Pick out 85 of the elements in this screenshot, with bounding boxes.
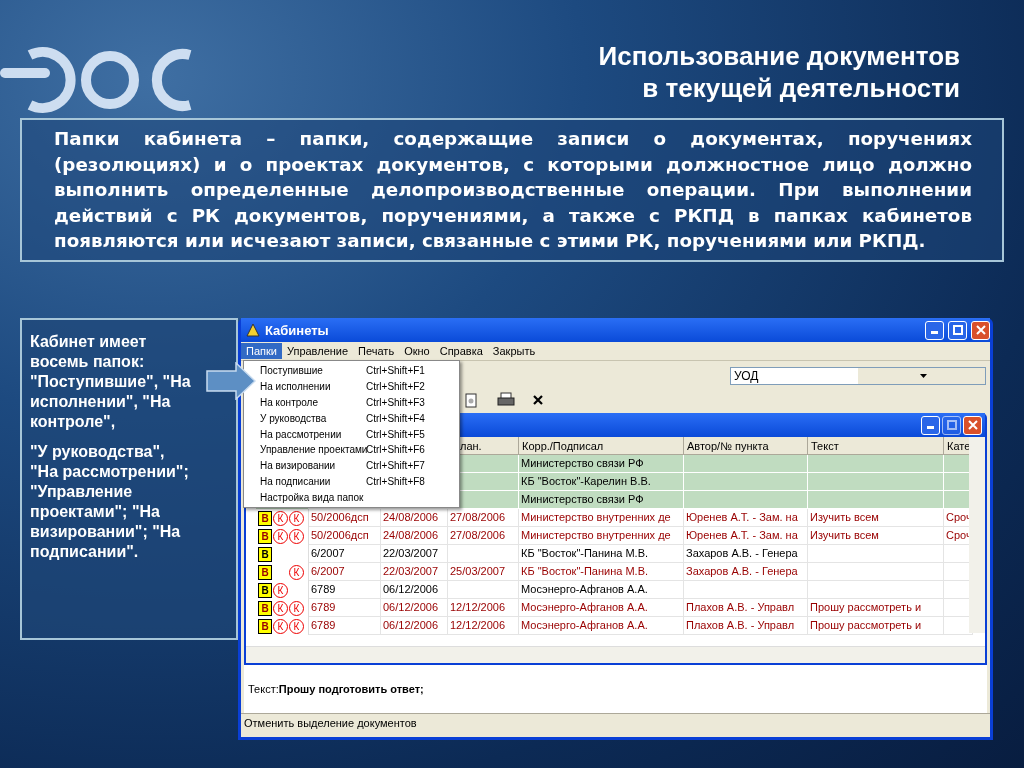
table-cell <box>448 581 519 599</box>
table-cell: Прошу рассмотреть и <box>808 617 944 635</box>
table-cell: Плахов А.В. - Управл <box>684 599 808 617</box>
table-cell: 06/12/2006 <box>381 599 448 617</box>
close-icon <box>967 420 978 430</box>
menu-item[interactable]: Управление <box>281 343 354 359</box>
table-cell: 24/08/2006 <box>381 509 448 527</box>
document-mark-icon: В <box>258 618 272 634</box>
dropdown-item[interactable]: На контроле Ctrl+Shift+F3 <box>260 394 459 411</box>
table-cell <box>448 545 519 563</box>
table-cell: 22/03/2007 <box>381 563 448 581</box>
table-cell: КБ "Восток"-Панина М.В. <box>519 545 684 563</box>
table-cell: Захаров А.В. - Генера <box>684 545 808 563</box>
dropdown-item[interactable]: У руководства Ctrl+Shift+F4 <box>260 410 459 427</box>
table-cell: 50/2006дсп <box>309 509 381 527</box>
status-text: Отменить выделение документов <box>244 717 417 729</box>
close-button[interactable] <box>971 320 990 340</box>
document-mark-icon: В <box>258 564 272 580</box>
table-cell: Мосэнерго-Афганов А.А. <box>519 581 684 599</box>
table-cell: 6/2007 <box>309 563 381 581</box>
table-cell: 6/2007 <box>309 545 381 563</box>
maximize-icon <box>952 325 963 335</box>
table-cell: 22/03/2007 <box>381 545 448 563</box>
table-cell: 6789 <box>309 581 381 599</box>
dropdown-item[interactable]: На визировании Ctrl+Shift+F7 <box>260 457 459 474</box>
minimize-button[interactable] <box>921 415 940 435</box>
table-cell: Министерство внутренних де <box>519 509 684 527</box>
document-mark-icon: В <box>258 582 272 598</box>
table-cell: Министерство связи РФ <box>519 455 684 473</box>
menu-item[interactable]: Папки <box>241 343 282 359</box>
minimize-button[interactable] <box>925 320 944 340</box>
table-cell: 12/12/2006 <box>448 617 519 635</box>
table-cell: КБ "Восток"-Панина М.В. <box>519 563 684 581</box>
table-cell: Мосэнерго-Афганов А.А. <box>519 617 684 635</box>
callout-text: Кабинет имеет восемь папок: "Поступившие", "На исполнении", "На контроле", <box>30 332 192 432</box>
table-cell: 24/08/2006 <box>381 527 448 545</box>
callout-text: "У руководства", "На рассмотрении"; "Управление проектами"; "На визировании"; "На подписании". <box>30 442 190 562</box>
menu-item[interactable]: Окно <box>399 343 435 359</box>
table-cell: 27/08/2006 <box>448 527 519 545</box>
maximize-button[interactable] <box>948 320 967 340</box>
dropdown-item[interactable]: На подписании Ctrl+Shift+F8 <box>260 473 459 490</box>
table-cell: 06/12/2006 <box>381 581 448 599</box>
table-cell: Захаров А.В. - Генера <box>684 563 808 581</box>
organization-combo[interactable]: УОД <box>730 367 986 385</box>
maximize-button[interactable] <box>942 415 961 435</box>
table-cell: Юренев А.Т. - Зам. на <box>684 509 808 527</box>
menu-item[interactable]: Справка <box>434 343 488 359</box>
window-title: Кабинеты <box>265 322 329 338</box>
document-mark-icon: В <box>258 600 272 616</box>
document-mark-icon: В <box>258 510 272 526</box>
maximize-icon <box>946 420 957 430</box>
menu-item[interactable]: Печать <box>353 343 400 359</box>
horizontal-scrollbar[interactable] <box>246 646 985 663</box>
app-icon <box>245 322 261 338</box>
arrow-icon <box>206 362 256 400</box>
detail-text: Текст:Прошу подготовить ответ; <box>248 683 424 695</box>
slide-title: Использование документов <box>598 40 960 72</box>
table-cell: Изучить всем <box>808 509 944 527</box>
dropdown-item[interactable]: Настройка вида папок <box>260 489 459 506</box>
table-cell: Изучить всем <box>808 527 944 545</box>
close-button[interactable] <box>963 415 982 435</box>
dropdown-item[interactable]: На исполнении Ctrl+Shift+F2 <box>260 378 459 395</box>
document-mark-icon: В <box>258 528 272 544</box>
dropdown-arrow-icon <box>919 374 927 378</box>
table-cell: 06/12/2006 <box>381 617 448 635</box>
document-mark-icon: В <box>258 546 272 562</box>
table-cell: Министерство связи РФ <box>519 491 684 509</box>
table-cell: 12/12/2006 <box>448 599 519 617</box>
table-cell: 25/03/2007 <box>448 563 519 581</box>
dropdown-item[interactable]: Поступившие Ctrl+Shift+F1 <box>260 363 459 379</box>
table-cell: Прошу рассмотреть и <box>808 599 944 617</box>
table-cell: Мосэнерго-Афганов А.А. <box>519 599 684 617</box>
table-cell: 27/08/2006 <box>448 509 519 527</box>
table-cell: Юренев А.Т. - Зам. на <box>684 527 808 545</box>
vertical-scrollbar[interactable] <box>969 437 985 633</box>
table-cell: КБ "Восток"-Карелин В.В. <box>519 473 684 491</box>
close-icon <box>975 325 986 335</box>
menu-item[interactable]: Закрыть <box>487 343 541 359</box>
table-cell: Министерство внутренних де <box>519 527 684 545</box>
table-cell: 6789 <box>309 617 381 635</box>
table-cell: 6789 <box>309 599 381 617</box>
slide-title: в текущей деятельности <box>642 72 960 104</box>
table-cell: 50/2006дсп <box>309 527 381 545</box>
description-text: Папки кабинета – папки, содержащие записи о документах, поручениях (резолюциях) и о проектах документов, с которыми должностное лицо должно выполнить определенные делопроизводственные операции. При выполнении действий с РК документов, поручениями, а также с РКПД в папках кабинетов появляются или исчезают записи, связанные с этими РК, поручениями или РКПД. <box>54 127 972 253</box>
table-cell: Плахов А.В. - Управл <box>684 617 808 635</box>
